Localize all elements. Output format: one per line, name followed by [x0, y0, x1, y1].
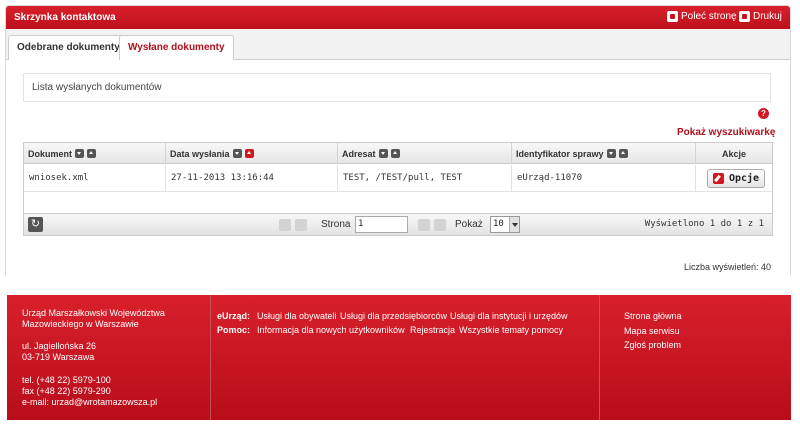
- footer-link-home[interactable]: Strona główna: [624, 311, 682, 321]
- recommend-page-label: Poleć stronę: [681, 11, 737, 22]
- page-number-input[interactable]: 1: [355, 216, 408, 233]
- print-link[interactable]: Drukuj: [739, 11, 782, 22]
- view-info: Wyświetlono 1 do 1 z 1: [644, 219, 764, 229]
- column-header-recipient: Adresat: [338, 143, 512, 164]
- rows-per-page-select[interactable]: 10: [490, 216, 520, 233]
- options-icon: [712, 173, 724, 184]
- footer-link-register[interactable]: Rejestracja: [410, 325, 455, 335]
- options-button[interactable]: Opcje: [707, 169, 765, 188]
- list-title: Lista wysłanych dokumentów: [32, 82, 162, 93]
- cell-date: 27-11-2013 13:16:44: [166, 165, 338, 192]
- footer-link-new-users[interactable]: Informacja dla nowych użytkowników: [257, 325, 405, 335]
- show-label: Pokaż: [455, 219, 483, 230]
- sort-asc-icon[interactable]: [618, 149, 628, 158]
- page-label: Strona: [321, 219, 351, 230]
- sort-asc-icon[interactable]: [390, 149, 400, 158]
- org-name-line1: Urząd Marszałkowski Województwa: [22, 308, 165, 318]
- footer-link-business[interactable]: Usługi dla przedsiębiorców: [340, 311, 447, 321]
- email: e-mail: urzad@wrotamazowsza.pl: [22, 397, 158, 407]
- pomoc-label: Pomoc:: [217, 325, 251, 335]
- column-header-document: Dokument: [24, 143, 166, 164]
- contact-box-panel: Skrzynka kontaktowa Poleć stronę Drukuj …: [5, 5, 791, 277]
- list-title-box: Lista wysłanych dokumentów: [23, 73, 771, 102]
- help-icon[interactable]: ?: [758, 108, 769, 119]
- table-header: Dokument Data wysłania Adresat Identyfik…: [24, 143, 772, 164]
- column-header-date: Data wysłania: [166, 143, 338, 164]
- tab-received-documents[interactable]: Odebrane dokumenty: [8, 35, 129, 60]
- footer-link-sitemap[interactable]: Mapa serwisu: [624, 326, 680, 336]
- panel-header: Skrzynka kontaktowa Poleć stronę Drukuj: [6, 6, 790, 29]
- panel-title: Skrzynka kontaktowa: [14, 12, 116, 23]
- column-header-case-id: Identyfikator sprawy: [512, 143, 696, 164]
- printer-icon: [739, 11, 750, 22]
- footer-address: Urząd Marszałkowski Województwa Mazowiec…: [7, 295, 211, 420]
- phone: tel. (+48 22) 5979-100: [22, 375, 111, 385]
- footer-link-report-problem[interactable]: Zgłoś problem: [624, 340, 681, 350]
- cell-case-id: eUrząd-11070: [512, 165, 696, 192]
- tab-bar: Odebrane dokumenty Wysłane dokumenty: [6, 35, 790, 61]
- column-header-actions: Akcje: [721, 148, 747, 159]
- cell-document: wniosek.xml: [24, 165, 166, 192]
- print-label: Drukuj: [753, 11, 782, 22]
- footer-link-help-topics[interactable]: Wszystkie tematy pomocy: [459, 325, 563, 335]
- footer-link-citizens[interactable]: Usługi dla obywateli: [257, 311, 337, 321]
- footer-link-institutions[interactable]: Usługi dla instytucji i urzędów: [450, 311, 568, 321]
- view-count: Liczba wyświetleń: 40: [683, 262, 771, 272]
- sort-desc-icon[interactable]: [606, 149, 616, 158]
- sort-asc-icon[interactable]: [244, 149, 254, 158]
- eurzad-label: eUrząd:: [217, 311, 251, 321]
- footer: Urząd Marszałkowski Województwa Mazowiec…: [7, 295, 791, 420]
- footer-site-links: Strona główna Mapa serwisu Zgłoś problem: [600, 295, 791, 420]
- last-page-icon[interactable]: [434, 219, 446, 231]
- tab-sent-documents[interactable]: Wysłane dokumenty: [119, 35, 234, 61]
- refresh-icon[interactable]: ↻: [28, 217, 43, 232]
- tab-content: Lista wysłanych dokumentów ? Pokaż wyszu…: [6, 60, 790, 277]
- chevron-down-icon: [509, 217, 519, 232]
- cell-recipient: TEST, /TEST/pull, TEST: [338, 165, 512, 192]
- org-name-line2: Mazowieckiego w Warszawie: [22, 319, 139, 329]
- show-search-link[interactable]: Pokaż wyszukiwarkę: [677, 127, 775, 138]
- table-row[interactable]: wniosek.xml 27-11-2013 13:16:44 TEST, /T…: [24, 165, 772, 192]
- prev-page-icon[interactable]: [295, 219, 307, 231]
- street: ul. Jagiellońska 26: [22, 341, 97, 351]
- sort-asc-icon[interactable]: [87, 149, 97, 158]
- first-page-icon[interactable]: [279, 219, 291, 231]
- recommend-page-link[interactable]: Poleć stronę: [667, 11, 737, 22]
- footer-links: eUrząd: Usługi dla obywateli Usługi dla …: [211, 295, 600, 420]
- city: 03-719 Warszawa: [22, 352, 95, 362]
- sort-desc-icon[interactable]: [378, 149, 388, 158]
- sort-desc-icon[interactable]: [75, 149, 85, 158]
- pager-bar: ↻ Strona 1 Pokaż 10 Wyświetlono 1 do 1 z…: [23, 213, 773, 236]
- fax: fax (+48 22) 5979-290: [22, 386, 111, 396]
- next-page-icon[interactable]: [418, 219, 430, 231]
- envelope-icon: [667, 11, 678, 22]
- sort-desc-icon[interactable]: [232, 149, 242, 158]
